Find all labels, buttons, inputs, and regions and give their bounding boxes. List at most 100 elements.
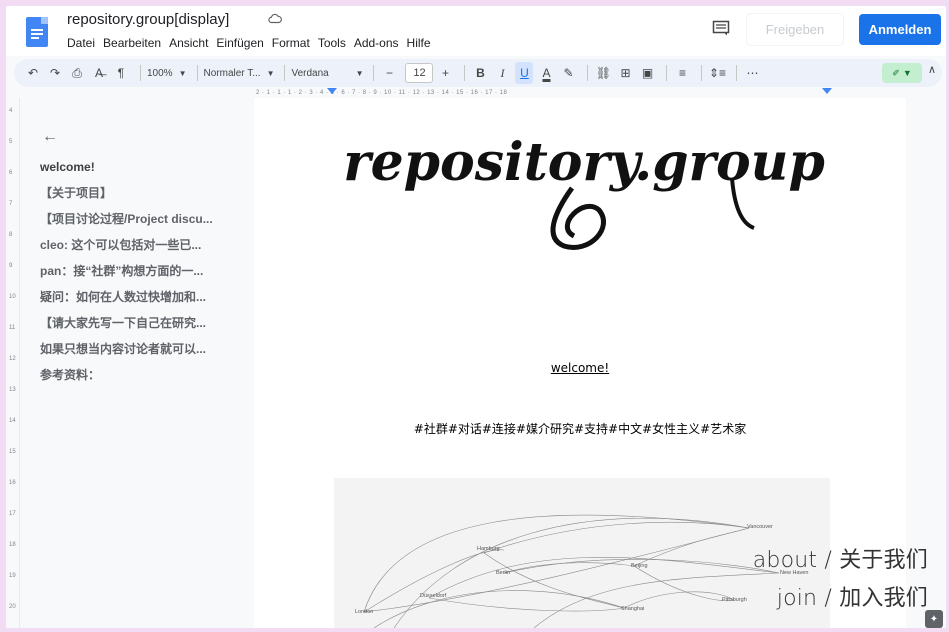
vruler-tick: 16 — [9, 480, 16, 486]
outline-item[interactable]: 【项目讨论过程/Project discu... — [40, 210, 240, 236]
vruler-tick: 12 — [9, 356, 16, 362]
menu-help[interactable]: Hilfe — [407, 36, 435, 50]
vruler-tick: 14 — [9, 418, 16, 424]
share-button[interactable]: Freigeben — [747, 14, 843, 45]
title-bar: repository.group[display] Datei Bearbeit… — [6, 6, 946, 56]
explore-icon[interactable]: ✦ — [925, 610, 943, 628]
add-comment-icon[interactable]: ⊞ — [616, 62, 634, 84]
indent-marker-left[interactable] — [327, 88, 337, 94]
logo-wordmark: repository.group — [343, 132, 825, 193]
increase-size-button[interactable]: + — [436, 62, 454, 84]
tags-line: #社群#对话#连接#媒介研究#支持#中文#女性主义#艺术家 — [413, 422, 747, 436]
decrease-size-button[interactable]: − — [380, 62, 398, 84]
menu-bar: Datei Bearbeiten Ansicht Einfügen Format… — [67, 36, 439, 50]
comment-history-icon[interactable] — [712, 20, 730, 36]
chevron-down-icon: ▼ — [902, 68, 912, 78]
redo-icon[interactable]: ↷ — [46, 62, 64, 84]
toolbar-divider — [701, 65, 703, 81]
sign-in-button[interactable]: Anmelden — [859, 14, 941, 45]
vruler-tick: 17 — [9, 511, 16, 517]
city-label: Vancouver — [747, 524, 773, 530]
text-color-button[interactable]: A — [537, 62, 555, 84]
outline-item[interactable]: pan：接“社群”构想方面的一... — [40, 262, 240, 288]
spellcheck-icon[interactable]: A̶ — [90, 62, 108, 84]
outline-item[interactable]: 参考资料： — [40, 366, 240, 392]
toolbar-divider — [373, 65, 375, 81]
city-label: London — [355, 609, 374, 615]
menu-addons[interactable]: Add-ons — [354, 36, 403, 50]
vruler-tick: 20 — [9, 604, 16, 610]
vruler-tick: 6 — [9, 170, 13, 176]
vruler-tick: 4 — [9, 108, 13, 114]
outline-item[interactable]: welcome! — [40, 158, 240, 184]
vruler-tick: 13 — [9, 387, 16, 393]
menu-format[interactable]: Format — [272, 36, 314, 50]
outline-item[interactable]: 【关于项目】 — [40, 184, 240, 210]
menu-file[interactable]: Datei — [67, 36, 99, 50]
italic-button[interactable]: I — [493, 62, 511, 84]
vruler-tick: 8 — [9, 232, 13, 238]
bold-button[interactable]: B — [471, 62, 489, 84]
undo-icon[interactable]: ↶ — [24, 62, 42, 84]
zoom-select[interactable]: 100% ▼ — [147, 68, 187, 79]
insert-image-icon[interactable]: ▣ — [638, 62, 656, 84]
toolbar-divider — [666, 65, 668, 81]
toolbar-divider — [140, 65, 141, 81]
outline-list: welcome! 【关于项目】 【项目讨论过程/Project discu...… — [40, 158, 240, 392]
toolbar-divider — [284, 65, 286, 81]
about-link[interactable]: about / 关于我们 — [753, 542, 928, 574]
welcome-heading[interactable]: welcome! — [254, 361, 906, 375]
vruler-tick: 10 — [9, 294, 16, 300]
app-window: repository.group[display] Datei Bearbeit… — [6, 6, 946, 628]
vruler-tick: 7 — [9, 201, 13, 207]
zoom-value: 100% — [147, 67, 173, 79]
vruler-tick: 15 — [9, 449, 16, 455]
align-icon[interactable]: ≡ — [673, 62, 691, 84]
indent-marker-right[interactable] — [822, 88, 832, 94]
join-link[interactable]: join / 加入我们 — [777, 580, 928, 612]
outline-item[interactable]: 【请大家先写一下自己在研究... — [40, 314, 240, 340]
city-label: Düsseldorf — [420, 593, 447, 599]
underline-button[interactable]: U — [515, 62, 534, 84]
menu-tools[interactable]: Tools — [318, 36, 350, 50]
link-icon[interactable]: ⛓ — [594, 62, 612, 84]
line-spacing-icon[interactable]: ⇕≡ — [708, 62, 726, 84]
menu-insert[interactable]: Einfügen — [216, 36, 267, 50]
menu-view[interactable]: Ansicht — [169, 36, 212, 50]
font-value: Verdana — [291, 67, 329, 79]
city-label: Hamburg — [477, 546, 500, 552]
city-label: Beijing — [631, 563, 648, 569]
more-options-icon[interactable]: ⋯ — [743, 62, 761, 84]
city-label: Pittsburgh — [722, 597, 747, 603]
document-title[interactable]: repository.group[display] — [67, 11, 229, 28]
horizontal-ruler[interactable]: 2 · 1 · 1 · 1 · 2 · 3 · 4 · 5 · 6 · 7 · … — [256, 88, 906, 98]
vruler-tick: 18 — [9, 542, 16, 548]
vruler-tick: 5 — [9, 139, 13, 145]
outline-item[interactable]: 疑问：如何在人数过快增加和... — [40, 288, 240, 314]
collapse-toolbar-icon[interactable]: ∧ — [928, 63, 936, 76]
city-label: Shanghai — [621, 606, 645, 612]
style-select[interactable]: Normaler T... ▼ — [204, 68, 275, 79]
editing-mode-icon: ✐ — [892, 67, 900, 78]
city-label: Berlin — [496, 570, 511, 576]
chevron-down-icon: ▼ — [355, 68, 364, 78]
chevron-down-icon: ▼ — [266, 68, 275, 78]
highlight-icon[interactable]: ✎ — [559, 62, 577, 84]
outline-item[interactable]: 如果只想当内容讨论者就可以... — [40, 340, 240, 366]
toolbar-divider — [587, 65, 589, 81]
document-outline: ← welcome! 【关于项目】 【项目讨论过程/Project discu.… — [20, 98, 253, 628]
vruler-tick: 11 — [9, 325, 16, 331]
back-arrow-icon[interactable]: ← — [42, 128, 58, 146]
font-select[interactable]: Verdana ▼ — [291, 68, 363, 79]
print-icon[interactable]: ⎙ — [68, 62, 86, 84]
vruler-tick: 19 — [9, 573, 16, 579]
toolbar-divider — [196, 65, 198, 81]
menu-edit[interactable]: Bearbeiten — [103, 36, 165, 50]
chevron-down-icon: ▼ — [178, 68, 187, 78]
paint-format-icon[interactable]: ¶ — [112, 62, 130, 84]
font-size-input[interactable]: 12 — [405, 63, 434, 83]
outline-item[interactable]: cleo: 这个可以包括对一些已... — [40, 236, 240, 262]
cloud-saved-icon[interactable] — [268, 12, 282, 26]
docs-logo-icon[interactable] — [26, 17, 48, 47]
editing-mode-button[interactable]: ✐ ▼ — [882, 63, 922, 83]
